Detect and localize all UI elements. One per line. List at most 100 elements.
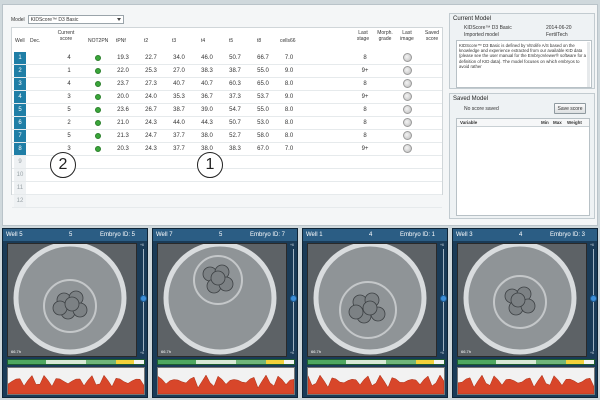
well-number[interactable]: 2 — [14, 65, 26, 77]
cell-score: 4 — [67, 55, 71, 61]
variable-table: Variable Min Max Weight — [456, 118, 590, 216]
cell-t8: 53.0 — [257, 120, 269, 126]
model-select[interactable]: KIDScore™ D3 Basic — [27, 15, 124, 24]
slider-bottom-label: +6 — [590, 351, 594, 355]
focal-plane-slider[interactable]: +6 +6 — [140, 243, 147, 357]
not2pn-ok-icon — [95, 68, 101, 74]
timeline-strip[interactable] — [457, 359, 595, 365]
focal-plane-slider[interactable]: +6 +6 — [590, 243, 597, 357]
cell-t3: 37.7 — [173, 146, 185, 152]
embryo-graphic — [163, 244, 277, 355]
current-model-name: KIDScore™ D3 Basic — [464, 25, 512, 31]
last-image-thumbnail-icon[interactable] — [403, 118, 412, 127]
column-weight: Weight — [567, 120, 582, 125]
activity-histogram[interactable] — [7, 367, 145, 395]
activity-histogram[interactable] — [157, 367, 295, 395]
well-number[interactable]: 5 — [14, 104, 26, 116]
cell-t2: 24.7 — [145, 133, 157, 139]
table-row[interactable]: 4 3 20.0 24.0 35.3 36.7 37.3 53.7 9.0 9+ — [12, 91, 442, 104]
last-image-thumbnail-icon[interactable] — [403, 53, 412, 62]
well-number[interactable]: 6 — [14, 117, 26, 129]
embryo-image[interactable]: 66.7h — [7, 243, 137, 357]
table-row[interactable]: 3 4 23.7 27.3 40.7 40.7 60.3 65.0 8.0 8 — [12, 78, 442, 91]
current-model-source: Imported model — [464, 32, 499, 38]
cell-t5: 52.7 — [229, 133, 241, 139]
well-number[interactable]: 3 — [14, 78, 26, 90]
cell-t4: 38.0 — [201, 133, 213, 139]
timeline-segment — [236, 360, 266, 364]
table-row[interactable]: 1 4 19.3 22.7 34.0 46.0 50.7 66.7 7.0 8 — [12, 52, 442, 65]
slider-knob[interactable] — [590, 295, 597, 302]
header-last-image: Last image — [400, 30, 414, 42]
table-row[interactable]: 2 1 22.0 25.3 27.0 38.3 38.7 55.0 9.0 9+ — [12, 65, 442, 78]
activity-histogram[interactable] — [307, 367, 445, 395]
slider-knob[interactable] — [140, 295, 147, 302]
timeline-segment — [434, 360, 444, 364]
header-saved-score: Saved score — [424, 30, 440, 42]
header-not2pn: NOT2PN — [88, 38, 109, 44]
last-image-thumbnail-icon[interactable] — [403, 92, 412, 101]
header-t2: t2 — [144, 38, 149, 44]
save-score-button[interactable]: Save score — [554, 103, 586, 114]
header-last-stage: Last stage — [356, 30, 370, 42]
cell-t8: 55.0 — [257, 107, 269, 113]
last-image-thumbnail-icon[interactable] — [403, 131, 412, 140]
header-t4: t4 — [201, 38, 206, 44]
timeline-segment — [196, 360, 236, 364]
cell-cells66: 8.0 — [284, 133, 294, 139]
embryo-viewer[interactable]: Well 5 5 Embryo ID: 5 66.7h +6 +6 — [2, 228, 148, 398]
cell-last-stage: 8 — [363, 120, 367, 126]
last-image-thumbnail-icon[interactable] — [403, 105, 412, 114]
well-number: 11 — [14, 182, 26, 194]
embryo-viewer[interactable]: Well 1 4 Embryo ID: 1 66.7h +6 +6 — [302, 228, 448, 398]
embryo-image[interactable]: 66.7h — [157, 243, 287, 357]
embryo-image[interactable]: 66.7h — [307, 243, 437, 357]
activity-histogram[interactable] — [457, 367, 595, 395]
well-number[interactable]: 1 — [14, 52, 26, 64]
embryo-image[interactable]: 66.7h — [457, 243, 587, 357]
timeline-strip[interactable] — [7, 359, 145, 365]
viewer-score: 4 — [369, 232, 373, 238]
histogram-graphic — [157, 374, 295, 395]
well-number[interactable]: 4 — [14, 91, 26, 103]
cell-cells66: 9.0 — [284, 94, 294, 100]
cell-t2: 25.3 — [145, 68, 157, 74]
cell-t2: 24.0 — [145, 94, 157, 100]
not2pn-ok-icon — [95, 107, 101, 113]
table-row-empty: 12 — [12, 195, 442, 208]
table-row[interactable]: 6 2 21.0 24.3 44.0 44.3 50.7 53.0 8.0 8 — [12, 117, 442, 130]
cell-t3: 34.0 — [173, 55, 185, 61]
focal-plane-slider[interactable]: +6 +6 — [290, 243, 297, 357]
slider-knob[interactable] — [290, 295, 297, 302]
description-scrollbar[interactable] — [587, 42, 590, 87]
cell-tpnf: 21.3 — [117, 133, 129, 139]
timeline-strip[interactable] — [157, 359, 295, 365]
last-image-thumbnail-icon[interactable] — [403, 144, 412, 153]
timeline-segment — [458, 360, 496, 364]
timeline-strip[interactable] — [307, 359, 445, 365]
viewer-score: 4 — [519, 232, 523, 238]
slider-knob[interactable] — [440, 295, 447, 302]
well-number[interactable]: 8 — [14, 143, 26, 155]
cell-last-stage: 8 — [363, 81, 367, 87]
cell-t5: 38.3 — [229, 146, 241, 152]
focal-plane-slider[interactable]: +6 +6 — [440, 243, 447, 357]
last-image-thumbnail-icon[interactable] — [403, 79, 412, 88]
not2pn-ok-icon — [95, 55, 101, 61]
table-row[interactable]: 8 3 20.3 24.3 37.7 38.0 38.3 67.0 7.0 9+ — [12, 143, 442, 156]
embryo-viewer[interactable]: Well 7 5 Embryo ID: 7 66.7h +6 +6 — [152, 228, 298, 398]
well-number[interactable]: 7 — [14, 130, 26, 142]
model-description[interactable]: KIDScore™ D3 Basic is defined by Vitroli… — [456, 40, 592, 88]
cell-t8: 58.0 — [257, 133, 269, 139]
timeline-segment — [308, 360, 346, 364]
last-image-thumbnail-icon[interactable] — [403, 66, 412, 75]
cell-t5: 50.7 — [229, 55, 241, 61]
embryo-viewer[interactable]: Well 3 4 Embryo ID: 3 66.7h +6 +6 — [452, 228, 598, 398]
cell-t4: 46.0 — [201, 55, 213, 61]
table-row[interactable]: 5 5 23.6 26.7 38.7 39.0 54.7 55.0 8.0 8 — [12, 104, 442, 117]
cell-t3: 35.3 — [173, 94, 185, 100]
table-row[interactable]: 7 5 21.3 24.7 37.7 38.0 52.7 58.0 8.0 8 — [12, 130, 442, 143]
embryo-graphic — [463, 244, 577, 355]
cell-score: 5 — [67, 133, 71, 139]
histogram-graphic — [457, 374, 595, 395]
